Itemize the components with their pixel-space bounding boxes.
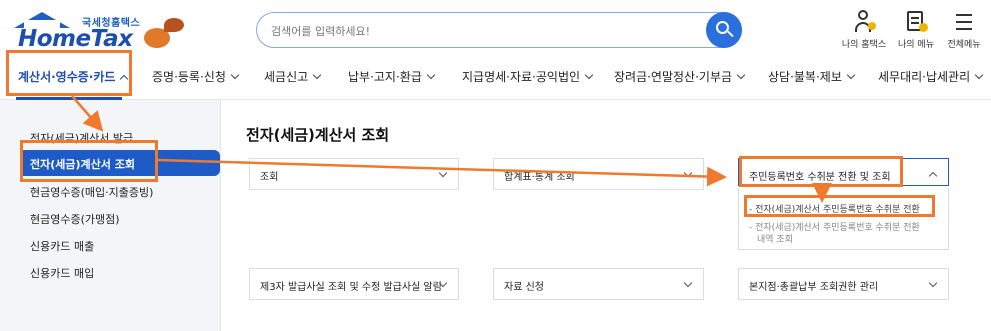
chevron-down-icon bbox=[426, 70, 436, 80]
all-menu-label: 전체메뉴 bbox=[947, 40, 981, 50]
hamburger-menu-icon bbox=[952, 10, 976, 34]
hometax-logo[interactable]: 국세청홈택스 HomeTax bbox=[14, 10, 184, 52]
main-nav: 계산서·영수증·카드 증명·등록·신청 세금신고 납부·고지·환급 지급명세·자… bbox=[0, 52, 991, 98]
sidebar-item-credit-card-purchase[interactable]: 신용카드 매입 bbox=[30, 265, 94, 281]
card-highlight-box bbox=[739, 156, 903, 187]
dropdown-highlight-box bbox=[744, 195, 935, 217]
chevron-down-icon bbox=[928, 278, 938, 288]
nav-item-statement[interactable]: 지급명세·자료·공익법인 bbox=[462, 68, 594, 85]
sidebar-item-cash-receipt-merchant[interactable]: 현금영수증(가맹점) bbox=[30, 211, 120, 227]
card-branch-permission[interactable]: 본지점·총괄납부 조회권한 관리 bbox=[738, 268, 949, 300]
chevron-up-icon bbox=[928, 171, 938, 181]
chevron-down-icon bbox=[230, 70, 240, 80]
search-box bbox=[256, 12, 742, 48]
my-hometax-button[interactable]: 나의 홈택스 bbox=[838, 10, 890, 50]
nav-item-certificate[interactable]: 증명·등록·신청 bbox=[152, 68, 240, 85]
card-summary-stats[interactable]: 합계표·통계 조회 bbox=[493, 158, 704, 190]
card-data-request[interactable]: 자료 신청 bbox=[493, 268, 704, 300]
nav-item-tax-report[interactable]: 세금신고 bbox=[264, 68, 322, 85]
chevron-down-icon bbox=[438, 168, 448, 178]
my-hometax-label: 나의 홈택스 bbox=[841, 40, 887, 50]
my-menu-button[interactable]: 나의 메뉴 bbox=[890, 10, 942, 50]
sidebar-highlight-box bbox=[20, 140, 158, 182]
sidebar-item-cash-receipt-purchase[interactable]: 현금영수증(매입·지출증빙) bbox=[30, 184, 153, 200]
all-menu-button[interactable]: 전체메뉴 bbox=[938, 10, 990, 50]
chevron-down-icon bbox=[683, 168, 693, 178]
nav-item-incentive[interactable]: 장려금·연말정산·기부금 bbox=[614, 68, 746, 85]
my-menu-label: 나의 메뉴 bbox=[898, 40, 934, 50]
nav-item-tax-agent[interactable]: 세무대리·납세관리 bbox=[878, 68, 984, 85]
my-menu-icon bbox=[904, 10, 928, 34]
person-icon bbox=[852, 10, 876, 34]
search-button[interactable] bbox=[706, 12, 742, 48]
chevron-down-icon bbox=[736, 70, 746, 80]
dropdown-item-conversion-history-2: 내역 조회 bbox=[757, 235, 793, 245]
chevron-down-icon bbox=[974, 70, 984, 80]
card-inquiry[interactable]: 조회 bbox=[249, 158, 459, 190]
nav-item-payment[interactable]: 납부·고지·환급 bbox=[348, 68, 436, 85]
chevron-down-icon bbox=[312, 70, 322, 80]
page-title: 전자(세금)계산서 조회 bbox=[246, 126, 390, 144]
chevron-down-icon bbox=[846, 70, 856, 80]
site-header: 국세청홈택스 HomeTax 나의 홈택스 나의 메뉴 전체메뉴 계산서·영수증… bbox=[0, 0, 991, 100]
search-input[interactable] bbox=[271, 21, 691, 41]
nav-highlight-box bbox=[6, 50, 132, 96]
logo-title: HomeTax bbox=[18, 26, 133, 52]
chevron-down-icon bbox=[683, 278, 693, 288]
sidebar-item-credit-card-sales[interactable]: 신용카드 매출 bbox=[30, 238, 94, 254]
card-third-party-issue[interactable]: 제3자 발급사실 조회 및 수정 발급사실 알림 bbox=[249, 268, 459, 300]
leaf-icon bbox=[164, 18, 184, 32]
chevron-down-icon bbox=[584, 70, 594, 80]
nav-item-consult[interactable]: 상담·불복·제보 bbox=[768, 68, 856, 85]
